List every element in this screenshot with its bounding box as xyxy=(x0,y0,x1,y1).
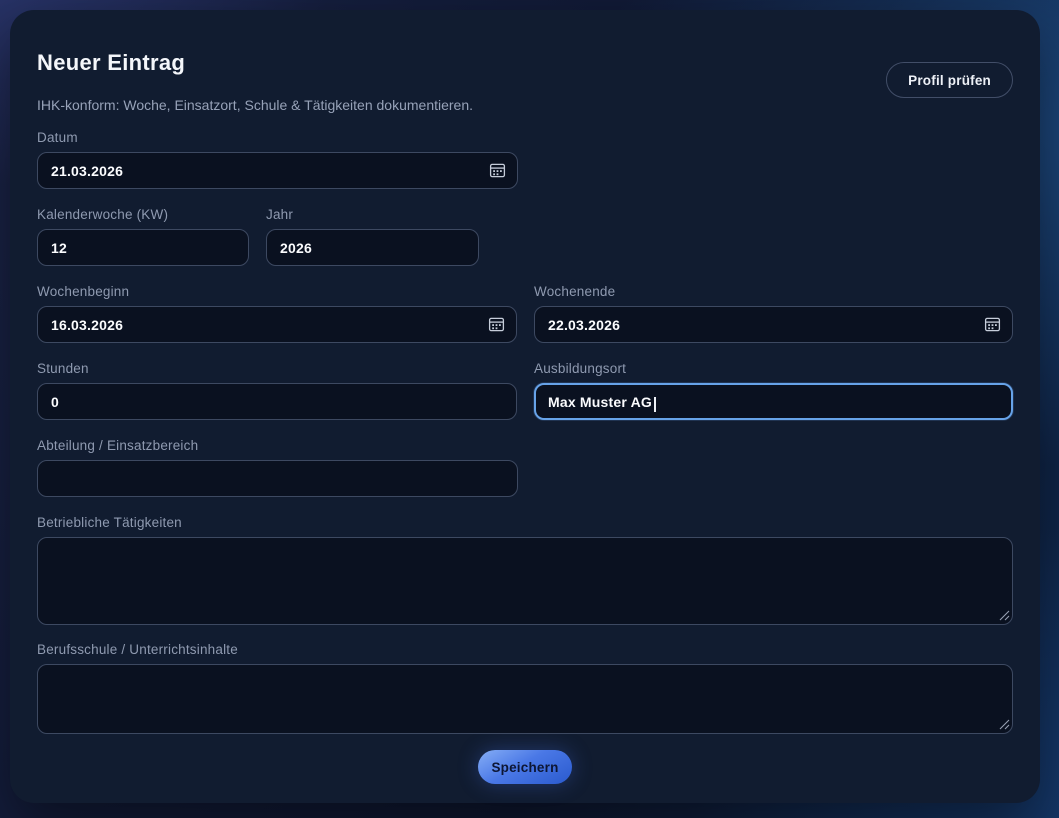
card-header: Neuer Eintrag IHK-konform: Woche, Einsat… xyxy=(37,50,1013,114)
kalenderwoche-label: Kalenderwoche (KW) xyxy=(37,207,249,223)
jahr-field: Jahr xyxy=(266,207,479,266)
resize-grip-icon[interactable] xyxy=(999,719,1010,730)
betriebliche-taetigkeiten-textarea[interactable] xyxy=(37,537,1013,625)
header-text: Neuer Eintrag IHK-konform: Woche, Einsat… xyxy=(37,50,473,114)
page-title: Neuer Eintrag xyxy=(37,50,473,76)
calendar-icon[interactable] xyxy=(488,316,505,333)
stunden-field: Stunden xyxy=(37,361,517,420)
taetigkeiten-field: Betriebliche Tätigkeiten xyxy=(37,515,1013,625)
wochenende-field: Wochenende xyxy=(534,284,1013,343)
jahr-label: Jahr xyxy=(266,207,479,223)
berufsschule-field: Berufsschule / Unterrichtsinhalte xyxy=(37,642,1013,734)
datum-label: Datum xyxy=(37,130,518,146)
jahr-input[interactable] xyxy=(266,229,479,266)
berufsschule-label: Berufsschule / Unterrichtsinhalte xyxy=(37,642,1013,658)
abteilung-field: Abteilung / Einsatzbereich xyxy=(37,438,518,497)
abteilung-input[interactable] xyxy=(37,460,518,497)
resize-grip-icon[interactable] xyxy=(999,610,1010,621)
wochenbeginn-field: Wochenbeginn xyxy=(37,284,517,343)
text-caret xyxy=(654,397,656,412)
page-subtitle: IHK-konform: Woche, Einsatzort, Schule &… xyxy=(37,96,473,114)
kalenderwoche-field: Kalenderwoche (KW) xyxy=(37,207,249,266)
new-entry-card: Neuer Eintrag IHK-konform: Woche, Einsat… xyxy=(10,10,1040,803)
calendar-icon[interactable] xyxy=(489,162,506,179)
kalenderwoche-input[interactable] xyxy=(37,229,249,266)
stunden-input[interactable] xyxy=(37,383,517,420)
ausbildungsort-label: Ausbildungsort xyxy=(534,361,1013,377)
berufsschule-textarea[interactable] xyxy=(37,664,1013,734)
ausbildungsort-value: Max Muster AG xyxy=(548,394,652,410)
ausbildungsort-input[interactable]: Max Muster AG xyxy=(534,383,1013,420)
ausbildungsort-field: Ausbildungsort Max Muster AG xyxy=(534,361,1013,420)
calendar-icon[interactable] xyxy=(984,316,1001,333)
abteilung-label: Abteilung / Einsatzbereich xyxy=(37,438,518,454)
profil-pruefen-button[interactable]: Profil prüfen xyxy=(886,62,1013,98)
wochenende-label: Wochenende xyxy=(534,284,1013,300)
wochenbeginn-label: Wochenbeginn xyxy=(37,284,517,300)
speichern-button[interactable]: Speichern xyxy=(478,750,572,784)
stunden-label: Stunden xyxy=(37,361,517,377)
wochenbeginn-input[interactable] xyxy=(37,306,517,343)
datum-field: Datum xyxy=(37,130,518,189)
datum-input[interactable] xyxy=(37,152,518,189)
wochenende-input[interactable] xyxy=(534,306,1013,343)
taetigkeiten-label: Betriebliche Tätigkeiten xyxy=(37,515,1013,531)
